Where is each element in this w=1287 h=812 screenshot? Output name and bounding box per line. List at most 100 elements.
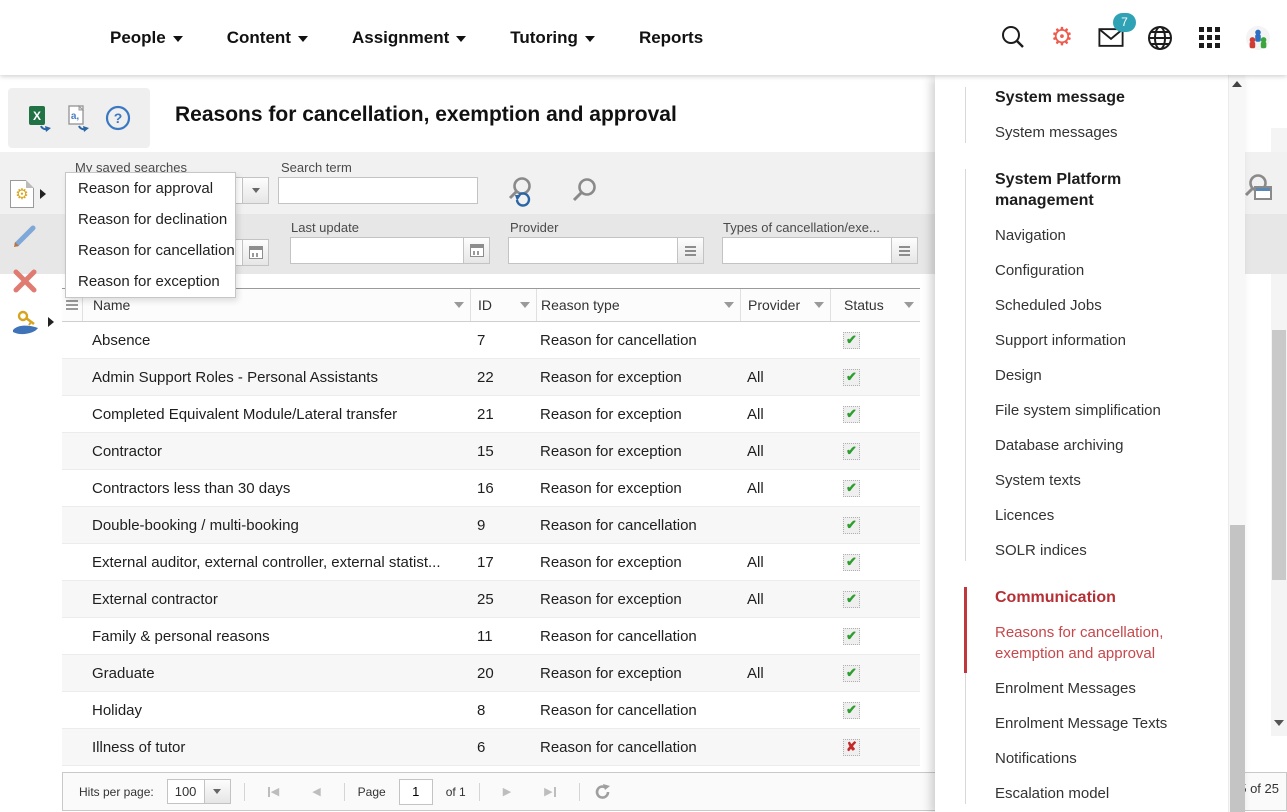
cell-name: Contractor	[82, 433, 470, 469]
cell-provider	[740, 507, 830, 543]
search-icon[interactable]	[1000, 25, 1026, 51]
column-filter-icon[interactable]	[454, 302, 464, 308]
new-document-icon: ⚙	[10, 180, 34, 208]
prev-page-button[interactable]: ◀	[302, 785, 330, 798]
nav-item-label: Content	[227, 28, 291, 48]
column-filter-icon[interactable]	[724, 302, 734, 308]
status-active-icon: ✔	[843, 554, 860, 571]
nav-item-reports[interactable]: Reports	[639, 28, 703, 48]
search-window-icon[interactable]	[1243, 172, 1277, 206]
cell-name: Admin Support Roles - Personal Assistant…	[82, 359, 470, 395]
table-row[interactable]: Graduate20Reason for exceptionAll✔	[62, 655, 920, 692]
search-refresh-icon[interactable]	[506, 174, 540, 208]
sidebar-item[interactable]: Escalation model	[995, 783, 1205, 804]
panel-scrollbar[interactable]	[1228, 75, 1245, 812]
chevron-down-icon	[298, 36, 308, 42]
hits-per-page-value: 100	[167, 779, 205, 804]
sidebar-item[interactable]: Licences	[995, 505, 1205, 526]
search-term-field[interactable]	[278, 177, 478, 204]
last-update-field[interactable]	[290, 237, 490, 264]
provider-input[interactable]	[508, 237, 678, 264]
cell-provider: All	[740, 433, 830, 469]
last-page-button[interactable]: ▶	[534, 785, 565, 798]
sidebar-item[interactable]: Navigation	[995, 225, 1205, 246]
hits-dropdown-button[interactable]	[205, 779, 231, 804]
types-field[interactable]	[722, 237, 918, 264]
list-picker-button[interactable]	[678, 237, 704, 264]
search-term-input[interactable]	[278, 177, 478, 204]
delete-record-button[interactable]	[10, 266, 40, 296]
provider-field[interactable]	[508, 237, 704, 264]
cell-status: ✔	[830, 396, 920, 432]
sidebar-item[interactable]: System texts	[995, 470, 1205, 491]
table-row[interactable]: Illness of tutor6Reason for cancellation…	[62, 729, 920, 766]
search-icon[interactable]	[570, 176, 600, 206]
column-filter-icon[interactable]	[814, 302, 824, 308]
hits-per-page-select[interactable]: 100	[167, 779, 231, 804]
sidebar-item[interactable]: Support information	[995, 330, 1205, 351]
sidebar-item[interactable]: Notifications	[995, 748, 1205, 769]
table-row[interactable]: External auditor, external controller, e…	[62, 544, 920, 581]
sidebar-item[interactable]: Enrolment Message Texts	[995, 713, 1205, 734]
nav-item-assignment[interactable]: Assignment	[352, 28, 466, 48]
column-header-id[interactable]: ID	[470, 289, 536, 321]
sidebar-item[interactable]: Design	[995, 365, 1205, 386]
page-number-input[interactable]	[399, 779, 433, 805]
nav-item-content[interactable]: Content	[227, 28, 308, 48]
brand-logo[interactable]	[1245, 25, 1271, 51]
sidebar-item[interactable]: Database archiving	[995, 435, 1205, 456]
apps-grid-icon[interactable]	[1196, 25, 1222, 51]
nav-item-people[interactable]: People	[110, 28, 183, 48]
scroll-up-arrow-icon[interactable]	[1232, 81, 1242, 87]
column-header-reason-type[interactable]: Reason type	[536, 289, 740, 321]
table-row[interactable]: Contractor15Reason for exceptionAll✔	[62, 433, 920, 470]
table-row[interactable]: Completed Equivalent Module/Lateral tran…	[62, 396, 920, 433]
sidebar-item[interactable]: File system simplification	[995, 400, 1205, 421]
refresh-icon[interactable]	[593, 782, 612, 801]
sidebar-item[interactable]: Reasons for cancellation, exemption and …	[995, 622, 1205, 664]
sidebar-item[interactable]: Enrolment Messages	[995, 678, 1205, 699]
saved-search-option[interactable]: Reason for exception	[66, 266, 235, 297]
scrollbar-thumb[interactable]	[1272, 330, 1286, 580]
column-header-provider[interactable]: Provider	[740, 289, 830, 321]
saved-search-option[interactable]: Reason for cancellation	[66, 235, 235, 266]
last-update-input[interactable]	[290, 237, 464, 264]
table-row[interactable]: Absence7Reason for cancellation✔	[62, 322, 920, 359]
saved-searches-dropdown-button[interactable]	[243, 177, 269, 204]
nav-item-tutoring[interactable]: Tutoring	[510, 28, 595, 48]
column-filter-icon[interactable]	[520, 302, 530, 308]
saved-search-option[interactable]: Reason for declination	[66, 204, 235, 235]
help-icon[interactable]: ?	[105, 105, 131, 131]
table-row[interactable]: Double-booking / multi-booking9Reason fo…	[62, 507, 920, 544]
types-input[interactable]	[722, 237, 892, 264]
scrollbar-thumb[interactable]	[1230, 525, 1245, 812]
list-picker-button[interactable]	[892, 237, 918, 264]
scroll-down-arrow-icon[interactable]	[1274, 720, 1284, 726]
table-row[interactable]: Family & personal reasons11Reason for ca…	[62, 618, 920, 655]
mail-icon[interactable]: 7	[1098, 25, 1124, 51]
sidebar-item[interactable]: Scheduled Jobs	[995, 295, 1205, 316]
nav-item-label: Assignment	[352, 28, 449, 48]
permissions-button[interactable]	[10, 308, 54, 336]
new-record-button[interactable]: ⚙	[10, 180, 46, 208]
table-row[interactable]: Contractors less than 30 days16Reason fo…	[62, 470, 920, 507]
sidebar-item[interactable]: Configuration	[995, 260, 1205, 281]
export-excel-icon[interactable]: X	[27, 104, 53, 132]
calendar-button[interactable]	[243, 239, 269, 266]
next-page-button[interactable]: ▶	[493, 785, 521, 798]
page-of-label: of 1	[446, 785, 466, 799]
settings-gear-icon[interactable]: ⚙	[1049, 25, 1075, 51]
table-row[interactable]: Holiday8Reason for cancellation✔	[62, 692, 920, 729]
table-row[interactable]: External contractor25Reason for exceptio…	[62, 581, 920, 618]
sidebar-item[interactable]: SOLR indices	[995, 540, 1205, 561]
saved-search-option[interactable]: Reason for approval	[66, 173, 235, 204]
sidebar-item[interactable]: System messages	[995, 122, 1205, 143]
calendar-button[interactable]	[464, 237, 490, 264]
globe-icon[interactable]	[1147, 25, 1173, 51]
edit-record-button[interactable]	[10, 220, 40, 250]
column-filter-icon[interactable]	[904, 302, 914, 308]
first-page-button[interactable]: ◀	[258, 785, 289, 798]
export-text-icon[interactable]: a,	[66, 104, 92, 132]
column-header-status[interactable]: Status	[830, 289, 920, 321]
table-row[interactable]: Admin Support Roles - Personal Assistant…	[62, 359, 920, 396]
